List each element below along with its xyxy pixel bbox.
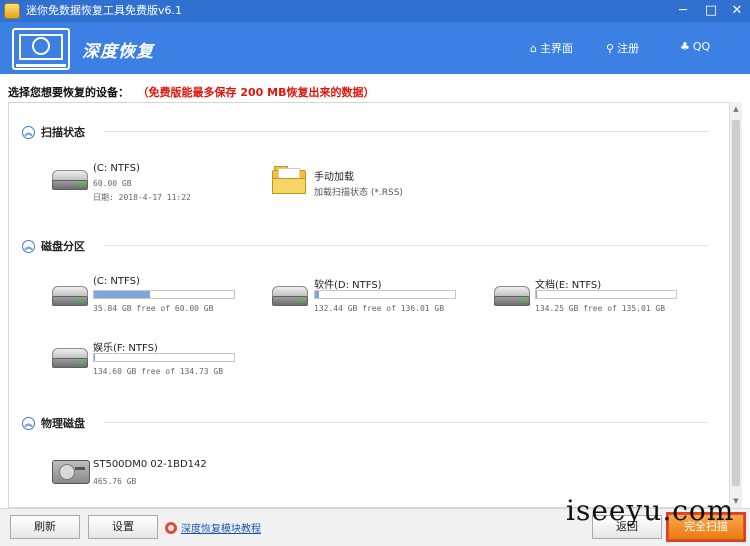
section-physical-disks[interactable]: ︽ 物理磁盘 bbox=[22, 415, 85, 431]
nav-home-label: 主界面 bbox=[539, 42, 573, 55]
drive-icon bbox=[52, 348, 88, 370]
section-scan-state[interactable]: ︽ 扫描状态 bbox=[22, 124, 85, 140]
window-title: 迷你免数据恢复工具免费版v6.1 bbox=[26, 4, 183, 17]
drive-icon bbox=[52, 170, 88, 192]
usage-bar bbox=[93, 353, 235, 362]
close-button[interactable]: ✕ bbox=[724, 0, 750, 22]
collapse-icon: ︽ bbox=[22, 239, 35, 253]
usage-bar bbox=[93, 290, 235, 299]
device-prompt: 选择您想要恢复的设备： （免费版能最多保存 200 MB恢复出来的数据） bbox=[8, 84, 374, 100]
usage-bar bbox=[535, 290, 677, 299]
usage-bar bbox=[314, 290, 456, 299]
drive-icon bbox=[52, 286, 88, 308]
drive-size: 60.00 GB bbox=[93, 179, 132, 188]
nav-home[interactable]: ⌂ 主界面 bbox=[530, 40, 573, 56]
refresh-button[interactable]: 刷新 bbox=[10, 515, 80, 539]
usage-bar-fill bbox=[94, 291, 150, 298]
usage-bar-fill bbox=[536, 291, 538, 298]
drive-icon bbox=[272, 286, 308, 308]
divider bbox=[104, 131, 708, 132]
deep-recovery-logo-icon bbox=[12, 28, 70, 70]
partition-usage: 35.84 GB free of 60.00 GB bbox=[93, 304, 214, 313]
nav-register-label: 注册 bbox=[617, 42, 640, 55]
disk-model: ST500DM0 02-1BD142 bbox=[93, 459, 207, 470]
collapse-icon: ︽ bbox=[22, 125, 35, 139]
hard-disk-icon bbox=[52, 460, 90, 484]
folder-icon bbox=[272, 166, 306, 194]
app-icon bbox=[4, 3, 20, 19]
section-partitions[interactable]: ︽ 磁盘分区 bbox=[22, 238, 85, 254]
minimize-button[interactable]: ─ bbox=[670, 0, 696, 22]
nav-qq-label: QQ bbox=[692, 40, 711, 53]
partition-usage: 132.44 GB free of 136.01 GB bbox=[314, 304, 445, 313]
collapse-icon: ︽ bbox=[22, 416, 35, 430]
nav-qq[interactable]: ♣ QQ bbox=[680, 40, 710, 53]
partition-name: 娱乐(F: NTFS) bbox=[93, 343, 158, 354]
scan-date: 日期: 2018-4-17 11:22 bbox=[93, 193, 191, 202]
key-icon: ⚲ bbox=[606, 42, 615, 55]
section-title: 磁盘分区 bbox=[41, 240, 85, 253]
tutorial-link-label: 深度恢复模块教程 bbox=[181, 524, 261, 535]
usage-bar-fill bbox=[315, 291, 320, 298]
divider bbox=[104, 422, 708, 423]
qq-icon: ♣ bbox=[680, 40, 690, 53]
scroll-thumb[interactable] bbox=[732, 120, 740, 486]
drive-name: (C: NTFS) bbox=[93, 163, 140, 174]
header: 深度恢复 ⌂ 主界面 ⚲ 注册 ♣ QQ bbox=[0, 22, 750, 74]
partition-name: 软件(D: NTFS) bbox=[314, 280, 382, 291]
home-icon: ⌂ bbox=[530, 42, 537, 55]
partition-name: 文档(E: NTFS) bbox=[535, 280, 602, 291]
lifebuoy-icon bbox=[165, 522, 177, 534]
section-title: 物理磁盘 bbox=[41, 417, 85, 430]
scroll-up-icon[interactable]: ▲ bbox=[730, 102, 742, 116]
maximize-button[interactable]: □ bbox=[698, 0, 724, 22]
partition-usage: 134.60 GB free of 134.73 GB bbox=[93, 367, 224, 376]
section-title: 扫描状态 bbox=[41, 126, 85, 139]
nav-register[interactable]: ⚲ 注册 bbox=[606, 40, 639, 56]
vertical-scrollbar[interactable]: ▲ ▼ bbox=[729, 102, 742, 508]
brand-title: 深度恢复 bbox=[82, 42, 154, 62]
divider bbox=[104, 245, 708, 246]
partition-usage: 134.25 GB free of 135.01 GB bbox=[535, 304, 666, 313]
manual-load-title: 手动加载 bbox=[314, 172, 354, 183]
usage-bar-fill bbox=[94, 354, 95, 361]
prompt-label: 选择您想要恢复的设备： bbox=[8, 86, 129, 99]
manual-load-desc: 加载扫描状态 (*.RSS) bbox=[314, 188, 403, 198]
tutorial-link[interactable]: 深度恢复模块教程 bbox=[165, 520, 261, 535]
settings-button[interactable]: 设置 bbox=[88, 515, 158, 539]
title-bar: 迷你免数据恢复工具免费版v6.1 ─ □ ✕ bbox=[0, 0, 750, 22]
disk-size: 465.76 GB bbox=[93, 477, 137, 486]
drive-icon bbox=[494, 286, 530, 308]
free-limit-warning: （免费版能最多保存 200 MB恢复出来的数据） bbox=[143, 86, 375, 99]
partition-name: (C: NTFS) bbox=[93, 276, 140, 287]
watermark-text: iseeyu.com bbox=[566, 494, 735, 527]
